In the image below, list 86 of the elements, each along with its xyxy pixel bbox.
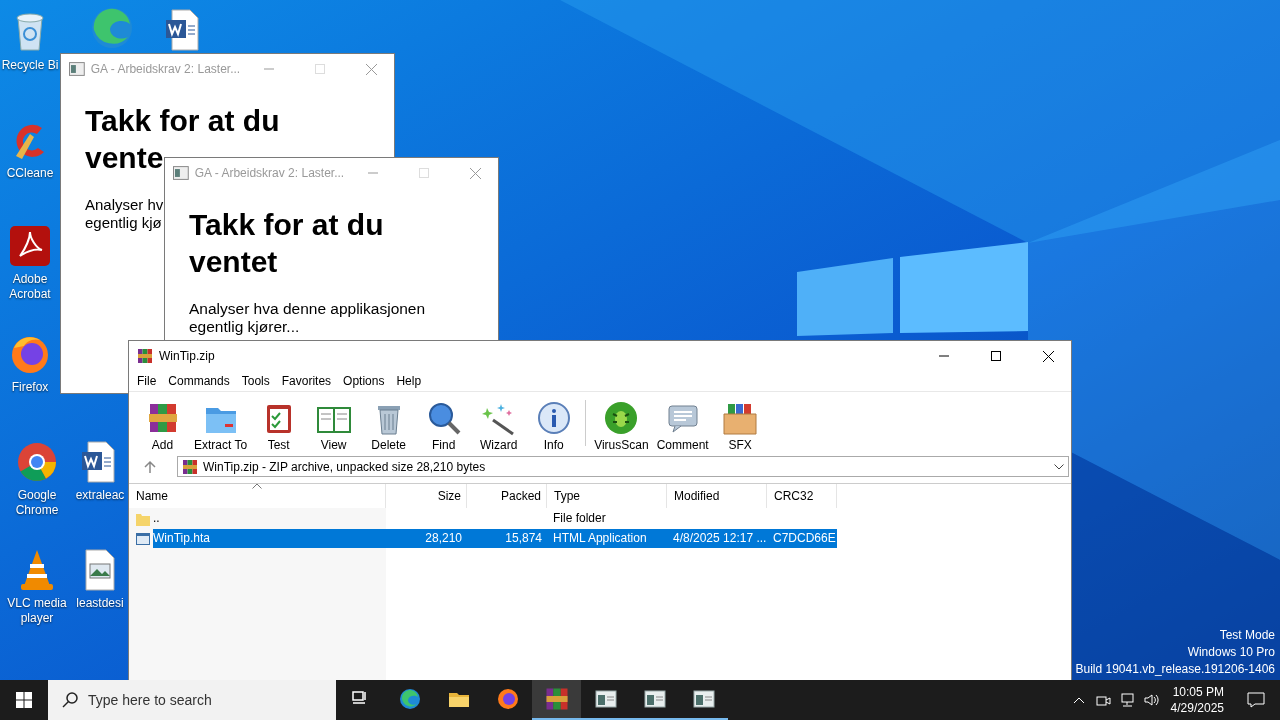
window-title: GA - Arbeidskrav 2: Laster... bbox=[90, 62, 241, 76]
window-icon bbox=[691, 687, 716, 711]
toolbar-button[interactable]: Test bbox=[251, 394, 307, 452]
system-info-text: Build 19041.vb_release.191206-1406 bbox=[1075, 661, 1275, 678]
desktop-icon-label[interactable]: VLC media player bbox=[0, 596, 74, 626]
minimize-icon bbox=[367, 172, 378, 174]
window-icon bbox=[69, 62, 85, 76]
paragraph: Analyser hva denne applikasjonen egentlig kjører... bbox=[189, 300, 427, 336]
arrow-up-icon bbox=[144, 459, 156, 474]
info-icon bbox=[535, 400, 572, 436]
archive-books-icon bbox=[137, 348, 153, 364]
browser-icon bbox=[495, 687, 520, 711]
file-name[interactable]: WinTip.hta bbox=[153, 529, 386, 548]
minimize-icon bbox=[263, 68, 274, 70]
window-icon bbox=[173, 166, 189, 180]
search-field[interactable]: Type here to search bbox=[48, 680, 336, 720]
file-name[interactable]: .. bbox=[153, 509, 386, 528]
toolbar-button[interactable]: VirusScan bbox=[590, 394, 653, 452]
desktop-icon-label[interactable]: extraleac bbox=[75, 488, 125, 503]
column-header[interactable]: Size bbox=[386, 484, 467, 508]
column-header[interactable]: Type bbox=[547, 484, 667, 508]
chevron-down-icon bbox=[1054, 463, 1064, 470]
column-header[interactable]: Modified bbox=[667, 484, 767, 508]
table-cell: HTML Application bbox=[553, 531, 647, 545]
desktop-icon-label[interactable]: Adobe Acrobat bbox=[0, 272, 60, 302]
clock[interactable]: 10:05 PM 4/29/2025 bbox=[1162, 684, 1232, 716]
toolbar-button[interactable]: Wizard bbox=[471, 394, 527, 452]
column-header[interactable]: Name bbox=[129, 484, 386, 508]
close-icon bbox=[469, 167, 481, 179]
menu-item[interactable]: Options bbox=[337, 374, 391, 388]
desktop-icon-label[interactable]: leastdesi bbox=[76, 596, 124, 611]
browser-icon bbox=[397, 687, 422, 711]
system-info-text: Test Mode bbox=[1219, 627, 1275, 644]
window-file-icon bbox=[136, 531, 150, 546]
window-icon bbox=[593, 687, 618, 711]
menu-item[interactable]: Commands bbox=[162, 374, 236, 388]
paragraph: egentlig kjø bbox=[85, 214, 162, 232]
toolbar-button[interactable]: Info bbox=[526, 394, 582, 452]
search-icon bbox=[62, 692, 78, 708]
path-field[interactable]: WinTip.zip - ZIP archive, unpacked size 28,210 bytes bbox=[177, 456, 1069, 477]
notification-icon[interactable] bbox=[1247, 692, 1265, 708]
desktop-icon-label[interactable]: Google Chrome bbox=[0, 488, 74, 518]
system-info-text: Windows 10 Pro bbox=[1187, 644, 1275, 661]
toolbar-button[interactable]: Extract To bbox=[190, 394, 252, 452]
heading: Takk for at du ventet bbox=[189, 207, 385, 280]
network-icon[interactable] bbox=[1118, 692, 1135, 708]
volume-icon[interactable] bbox=[1142, 692, 1159, 708]
desktop-icon-label[interactable]: CCleane bbox=[6, 166, 54, 181]
toolbar-button[interactable]: SFX bbox=[712, 394, 768, 452]
toolbar-button[interactable]: Delete bbox=[361, 394, 417, 452]
folder-icon bbox=[136, 511, 150, 526]
toolbar-button[interactable]: View bbox=[306, 394, 362, 452]
table-cell: C7DCD66E bbox=[773, 531, 836, 545]
menu-item[interactable]: Tools bbox=[235, 374, 276, 388]
windows-logo-icon bbox=[16, 692, 32, 708]
menu-item[interactable]: Help bbox=[390, 374, 428, 388]
table-cell: 28,210 bbox=[425, 531, 462, 545]
column-header[interactable]: Packed bbox=[467, 484, 547, 508]
window-icon bbox=[642, 687, 667, 711]
close-icon bbox=[365, 63, 377, 75]
close-icon bbox=[1042, 350, 1054, 362]
toolbar-button[interactable]: Find bbox=[416, 394, 472, 452]
toolbar-button[interactable]: Comment bbox=[652, 394, 713, 452]
bug-icon bbox=[603, 400, 640, 436]
desktop-icon-label[interactable]: Firefox bbox=[11, 380, 49, 395]
chevron-up-icon[interactable] bbox=[1072, 696, 1085, 704]
heading: Takk for at du bbox=[85, 103, 280, 139]
maximize-icon bbox=[991, 351, 1001, 361]
window-title: WinTip.zip bbox=[159, 349, 216, 363]
menu-item[interactable]: Favorites bbox=[275, 374, 338, 388]
maximize-icon bbox=[315, 64, 326, 74]
sort-caret-icon bbox=[252, 483, 262, 489]
archive-books-icon bbox=[544, 687, 569, 711]
table-cell: 4/8/2025 12:17 ... bbox=[673, 531, 767, 545]
archive-books-icon bbox=[182, 458, 198, 475]
table-cell: File folder bbox=[553, 511, 606, 525]
column-header[interactable]: CRC32 bbox=[767, 484, 837, 508]
maximize-icon bbox=[419, 168, 430, 178]
paragraph: Analyser hv bbox=[85, 196, 164, 214]
menu-item[interactable]: File bbox=[131, 374, 163, 388]
window-title: GA - Arbeidskrav 2: Laster... bbox=[194, 166, 345, 180]
table-cell: 15,874 bbox=[505, 531, 542, 545]
desktop-icon-label[interactable]: Recycle Bi bbox=[1, 58, 59, 73]
heading: vente bbox=[85, 140, 164, 176]
minimize-icon bbox=[939, 355, 949, 357]
toolbar-button[interactable]: Add bbox=[135, 394, 190, 452]
